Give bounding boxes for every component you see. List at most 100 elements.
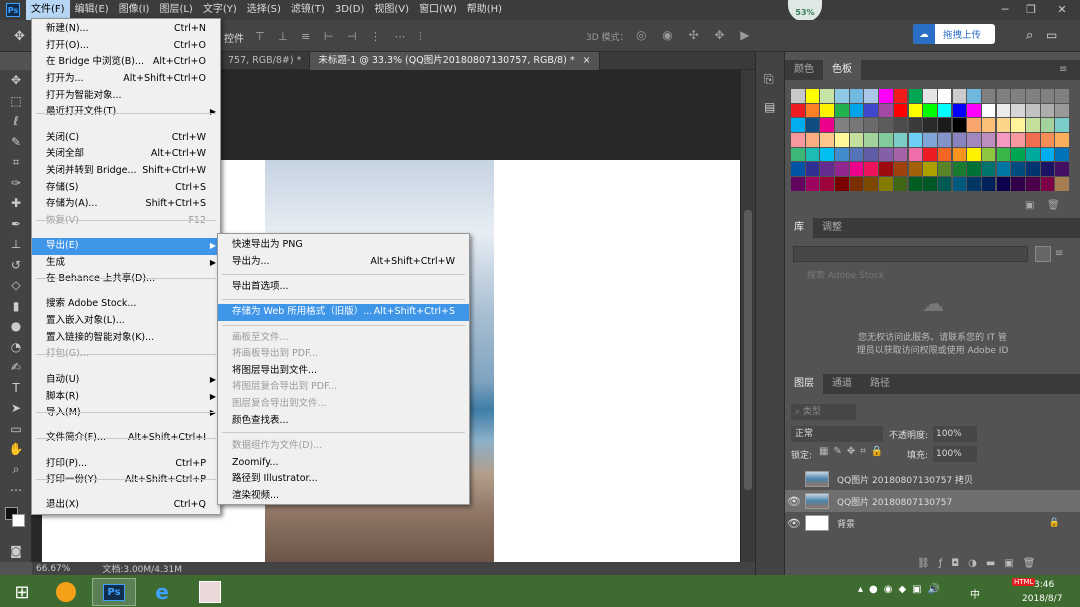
- color-swatch[interactable]: [908, 147, 922, 162]
- color-swatch[interactable]: [923, 162, 937, 176]
- color-swatch[interactable]: [937, 177, 952, 191]
- file-menu-item[interactable]: 脚本(R) ▶: [32, 389, 220, 406]
- tab-swatches[interactable]: 色板: [823, 60, 861, 80]
- eye-icon[interactable]: 👁: [785, 517, 803, 530]
- color-swatch[interactable]: [879, 147, 893, 162]
- image-viewer-icon[interactable]: [188, 578, 232, 606]
- color-swatch[interactable]: [908, 133, 922, 147]
- eyedropper-tool-icon[interactable]: ✑: [0, 173, 32, 194]
- color-swatch[interactable]: [849, 177, 864, 191]
- file-menu-item[interactable]: 关闭(C) Ctrl+W: [32, 130, 220, 147]
- color-swatch[interactable]: [908, 103, 922, 118]
- file-menu-item[interactable]: 存储为(A)... Shift+Ctrl+S: [32, 196, 220, 213]
- color-swatch[interactable]: [805, 103, 820, 118]
- file-menu-item[interactable]: 导入(M) ▶: [32, 405, 220, 422]
- fill-input[interactable]: 100%: [933, 446, 977, 462]
- color-swatch[interactable]: [1055, 89, 1069, 103]
- color-swatch[interactable]: [1011, 133, 1025, 147]
- color-swatch[interactable]: [835, 103, 849, 118]
- color-swatch[interactable]: [820, 103, 834, 118]
- color-swatch[interactable]: [791, 177, 805, 191]
- path-select-tool-icon[interactable]: ➤: [0, 398, 32, 419]
- color-swatch[interactable]: [835, 147, 849, 162]
- menu-window[interactable]: 窗口(W): [414, 0, 462, 20]
- color-swatch[interactable]: [1011, 103, 1025, 118]
- color-swatch[interactable]: [820, 118, 834, 132]
- layer-actions-icons[interactable]: ⛓ƒ◘◑▬▣🗑: [917, 558, 1044, 569]
- color-swatch[interactable]: [923, 133, 937, 147]
- color-swatch[interactable]: [1040, 89, 1055, 103]
- color-swatch[interactable]: [1026, 118, 1040, 132]
- color-swatch[interactable]: [893, 133, 908, 147]
- file-menu-item[interactable]: 关闭并转到 Bridge... Shift+Ctrl+W: [32, 163, 220, 180]
- color-swatch[interactable]: [791, 147, 805, 162]
- align-icons[interactable]: ⊤ ⊥ ≡ ⊢ ⊣ ⋮ ⋯ ⫶: [255, 30, 427, 44]
- color-swatch[interactable]: [879, 118, 893, 132]
- color-swatch[interactable]: [835, 89, 849, 103]
- export-menu-item[interactable]: 画板至文件...: [218, 330, 469, 347]
- color-swatch[interactable]: [791, 89, 805, 103]
- quick-mask-icon[interactable]: ◙: [0, 541, 32, 562]
- color-swatch[interactable]: [893, 118, 908, 132]
- color-swatch[interactable]: [923, 103, 937, 118]
- layer-row[interactable]: 👁 背景 🔒: [785, 512, 1080, 534]
- swatches-grid[interactable]: [791, 89, 1069, 191]
- export-menu-item[interactable]: 颜色查找表...: [218, 413, 469, 430]
- color-swatch[interactable]: [1055, 162, 1069, 176]
- color-swatch[interactable]: [967, 133, 981, 147]
- file-menu-item[interactable]: 打印一份(Y) Alt+Shift+Ctrl+P: [32, 472, 220, 489]
- color-swatch[interactable]: [1026, 103, 1040, 118]
- tab-adjustments[interactable]: 调整: [813, 218, 851, 238]
- cloud-upload-button[interactable]: ☁ 拖拽上传: [913, 24, 995, 44]
- quick-select-tool-icon[interactable]: ✎: [0, 132, 32, 153]
- color-swatch[interactable]: [967, 89, 981, 103]
- file-menu-item[interactable]: 自动(U) ▶: [32, 372, 220, 389]
- history-brush-icon[interactable]: ↺: [0, 255, 32, 276]
- menu-file[interactable]: 文件(F): [26, 0, 70, 20]
- color-swatch[interactable]: [937, 133, 952, 147]
- color-swatch[interactable]: [791, 133, 805, 147]
- color-swatch[interactable]: [981, 103, 996, 118]
- gradient-tool-icon[interactable]: ▮: [0, 296, 32, 317]
- list-view-icon[interactable]: ≡: [1055, 248, 1063, 259]
- type-tool-icon[interactable]: T: [0, 378, 32, 399]
- library-select[interactable]: [793, 246, 1028, 262]
- color-swatch[interactable]: [879, 177, 893, 191]
- color-swatch[interactable]: [937, 89, 952, 103]
- healing-tool-icon[interactable]: ✚: [0, 193, 32, 214]
- color-swatch[interactable]: [835, 177, 849, 191]
- color-swatch[interactable]: [952, 89, 967, 103]
- color-swatch[interactable]: [805, 162, 820, 176]
- color-swatch[interactable]: [864, 177, 878, 191]
- layer-row[interactable]: QQ图片 20180807130757 拷贝: [785, 468, 1080, 490]
- color-swatch[interactable]: [864, 103, 878, 118]
- color-swatch[interactable]: [1040, 177, 1055, 191]
- color-swatch[interactable]: [864, 162, 878, 176]
- color-swatch[interactable]: [805, 133, 820, 147]
- color-swatch[interactable]: [791, 118, 805, 132]
- color-swatch[interactable]: [937, 118, 952, 132]
- color-swatch[interactable]: [996, 89, 1011, 103]
- export-menu-item[interactable]: 将图层复合导出到 PDF...: [218, 379, 469, 396]
- menu-select[interactable]: 选择(S): [242, 0, 286, 20]
- color-swatch[interactable]: [967, 118, 981, 132]
- windows-start-icon[interactable]: ⊞: [0, 578, 44, 606]
- menu-image[interactable]: 图像(I): [114, 0, 155, 20]
- blur-tool-icon[interactable]: ●: [0, 316, 32, 337]
- color-swatch[interactable]: [996, 177, 1011, 191]
- color-swatch[interactable]: [908, 118, 922, 132]
- menu-filter[interactable]: 滤镜(T): [286, 0, 330, 20]
- export-menu-item[interactable]: 将图层导出到文件...: [218, 363, 469, 380]
- vertical-scrollbar[interactable]: [741, 70, 755, 562]
- export-menu-item[interactable]: 将画板导出到 PDF...: [218, 346, 469, 363]
- color-swatch[interactable]: [923, 147, 937, 162]
- browser-icon[interactable]: [44, 578, 88, 606]
- grid-view-icon[interactable]: [1035, 246, 1051, 262]
- menu-layer[interactable]: 图层(L): [154, 0, 197, 20]
- color-swatch[interactable]: [996, 162, 1011, 176]
- menu-type[interactable]: 文字(Y): [198, 0, 242, 20]
- color-swatch[interactable]: [849, 133, 864, 147]
- file-menu-item[interactable]: 存储(S) Ctrl+S: [32, 180, 220, 197]
- eraser-tool-icon[interactable]: ◇: [0, 275, 32, 296]
- new-swatch-icon[interactable]: ▣: [1025, 200, 1034, 211]
